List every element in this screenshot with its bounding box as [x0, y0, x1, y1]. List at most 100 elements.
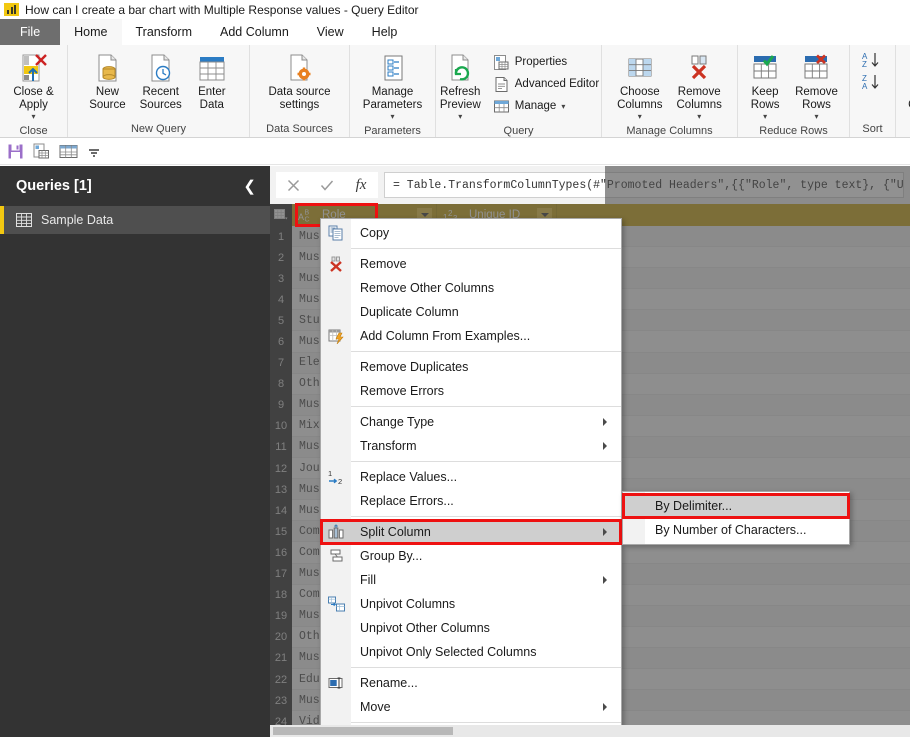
chevron-down-icon[interactable]: ▾: [697, 112, 701, 121]
properties-qab-icon[interactable]: [33, 143, 50, 160]
tab-transform[interactable]: Transform: [122, 19, 207, 45]
row-number[interactable]: 2: [270, 247, 292, 268]
row-number[interactable]: 9: [270, 395, 292, 416]
menu-item-copy[interactable]: Copy: [321, 221, 621, 245]
menu-item-unpivot-columns[interactable]: Unpivot Columns: [321, 592, 621, 616]
menu-item-remove[interactable]: Remove: [321, 252, 621, 276]
menu-item-remove-duplicates[interactable]: Remove Duplicates: [321, 355, 621, 379]
query-item-sample-data[interactable]: Sample Data: [0, 206, 270, 234]
formula-cancel-button[interactable]: [276, 172, 310, 198]
tab-add-column[interactable]: Add Column: [206, 19, 303, 45]
menu-item-group-by[interactable]: Group By...: [321, 544, 621, 568]
tab-view[interactable]: View: [303, 19, 358, 45]
row-number[interactable]: 21: [270, 648, 292, 669]
advanced-editor-label: Advanced Editor: [514, 77, 600, 90]
row-number[interactable]: 13: [270, 479, 292, 500]
choose-columns-icon: [624, 51, 656, 85]
close-and-apply-button[interactable]: Close & Apply ▾: [7, 49, 59, 123]
row-number[interactable]: 6: [270, 331, 292, 352]
chevron-down-icon[interactable]: ▾: [638, 112, 642, 121]
menu-item-add-column-from-examples[interactable]: Add Column From Examples...: [321, 324, 621, 348]
table-icon: [16, 213, 32, 227]
remove-columns-button[interactable]: Remove Columns ▾: [671, 49, 728, 123]
row-number[interactable]: 17: [270, 564, 292, 585]
chevron-down-icon[interactable]: ▾: [458, 112, 462, 121]
refresh-preview-button[interactable]: Refresh Preview ▾: [434, 49, 487, 123]
customize-qab-icon[interactable]: [87, 145, 101, 159]
menu-item-duplicate-column[interactable]: Duplicate Column: [321, 300, 621, 324]
choose-columns-button[interactable]: Choose Columns ▾: [611, 49, 668, 123]
manage-parameters-button[interactable]: Manage Parameters ▾: [357, 49, 428, 123]
data-source-settings-button[interactable]: Data source settings: [262, 49, 336, 114]
row-number[interactable]: 7: [270, 353, 292, 374]
keep-rows-button[interactable]: Keep Rows ▾: [743, 49, 787, 123]
new-source-label: New Source: [89, 86, 126, 111]
sort-ascending-button[interactable]: A Z: [859, 51, 887, 69]
tab-home[interactable]: Home: [60, 19, 122, 45]
menu-item-unpivot-other-columns[interactable]: Unpivot Other Columns: [321, 616, 621, 640]
row-number[interactable]: 10: [270, 416, 292, 437]
menu-item-remove-errors[interactable]: Remove Errors: [321, 379, 621, 403]
tab-file[interactable]: File: [0, 19, 61, 45]
formula-commit-button[interactable]: [310, 172, 344, 198]
row-number[interactable]: 12: [270, 458, 292, 479]
manage-query-button[interactable]: Manage ▾: [489, 95, 603, 117]
scrollbar-thumb[interactable]: [273, 727, 453, 735]
menu-item-label: Replace Values...: [360, 470, 458, 484]
row-number[interactable]: 23: [270, 690, 292, 711]
chevron-down-icon[interactable]: ▾: [763, 112, 767, 121]
submenu-item-by-number-of-characters[interactable]: By Number of Characters...: [623, 518, 849, 542]
remove-rows-button[interactable]: Remove Rows ▾: [789, 49, 844, 123]
menu-item-split-column[interactable]: Split Column: [320, 519, 622, 545]
ribbon-group-sort: A Z Z A Sort: [850, 45, 896, 137]
split-column-ribbon-button[interactable]: Split Column ▾: [902, 49, 910, 123]
table-qab-icon[interactable]: [59, 143, 78, 160]
enter-data-button[interactable]: Enter Data: [190, 49, 234, 114]
fx-icon[interactable]: fx: [344, 172, 378, 198]
chevron-left-icon[interactable]: ❮: [243, 177, 256, 195]
row-number[interactable]: 5: [270, 310, 292, 331]
tab-help[interactable]: Help: [358, 19, 412, 45]
column-context-menu: Copy Remove Remove Other Columns Duplicate …: [320, 218, 622, 737]
chevron-down-icon[interactable]: ▾: [561, 102, 565, 111]
row-number[interactable]: 20: [270, 627, 292, 648]
data-source-settings-icon: [283, 51, 315, 85]
menu-item-replace-values[interactable]: 1 2 Replace Values...: [321, 465, 621, 489]
row-number[interactable]: 16: [270, 542, 292, 563]
menu-item-unpivot-only-selected-columns[interactable]: Unpivot Only Selected Columns: [321, 640, 621, 664]
submenu-arrow-icon: [603, 576, 611, 584]
horizontal-scrollbar[interactable]: [270, 725, 910, 737]
submenu-item-by-delimiter[interactable]: By Delimiter...: [622, 493, 850, 519]
row-number[interactable]: 18: [270, 585, 292, 606]
menu-item-move[interactable]: Move: [321, 695, 621, 719]
select-all-icon[interactable]: [270, 204, 292, 226]
submenu-arrow-icon: [603, 528, 611, 536]
menu-item-fill[interactable]: Fill: [321, 568, 621, 592]
menu-item-change-type[interactable]: Change Type: [321, 410, 621, 434]
row-number[interactable]: 11: [270, 437, 292, 458]
chevron-down-icon[interactable]: ▾: [31, 112, 35, 121]
menu-item-replace-errors[interactable]: Replace Errors...: [321, 489, 621, 513]
row-number[interactable]: 4: [270, 289, 292, 310]
chevron-down-icon[interactable]: ▾: [814, 112, 818, 121]
row-number[interactable]: 15: [270, 521, 292, 542]
save-icon[interactable]: [7, 143, 24, 160]
row-number[interactable]: 14: [270, 500, 292, 521]
menu-item-rename[interactable]: Rename...: [321, 671, 621, 695]
advanced-editor-button[interactable]: Advanced Editor: [489, 73, 603, 95]
modal-dim-overlay-top: [605, 166, 910, 204]
menu-item-remove-other-columns[interactable]: Remove Other Columns: [321, 276, 621, 300]
properties-button[interactable]: Properties: [489, 51, 603, 73]
row-number[interactable]: 3: [270, 268, 292, 289]
menu-item-transform[interactable]: Transform: [321, 434, 621, 458]
menu-item-label: Group By...: [360, 549, 423, 563]
row-number[interactable]: 22: [270, 669, 292, 690]
keep-rows-label: Keep Rows: [750, 86, 780, 111]
chevron-down-icon[interactable]: ▾: [390, 112, 394, 121]
row-number[interactable]: 8: [270, 374, 292, 395]
row-number[interactable]: 1: [270, 226, 292, 247]
sort-descending-button[interactable]: Z A: [859, 73, 887, 91]
recent-sources-button[interactable]: Recent Sources: [134, 49, 188, 114]
new-source-button[interactable]: New Source: [83, 49, 131, 114]
row-number[interactable]: 19: [270, 606, 292, 627]
